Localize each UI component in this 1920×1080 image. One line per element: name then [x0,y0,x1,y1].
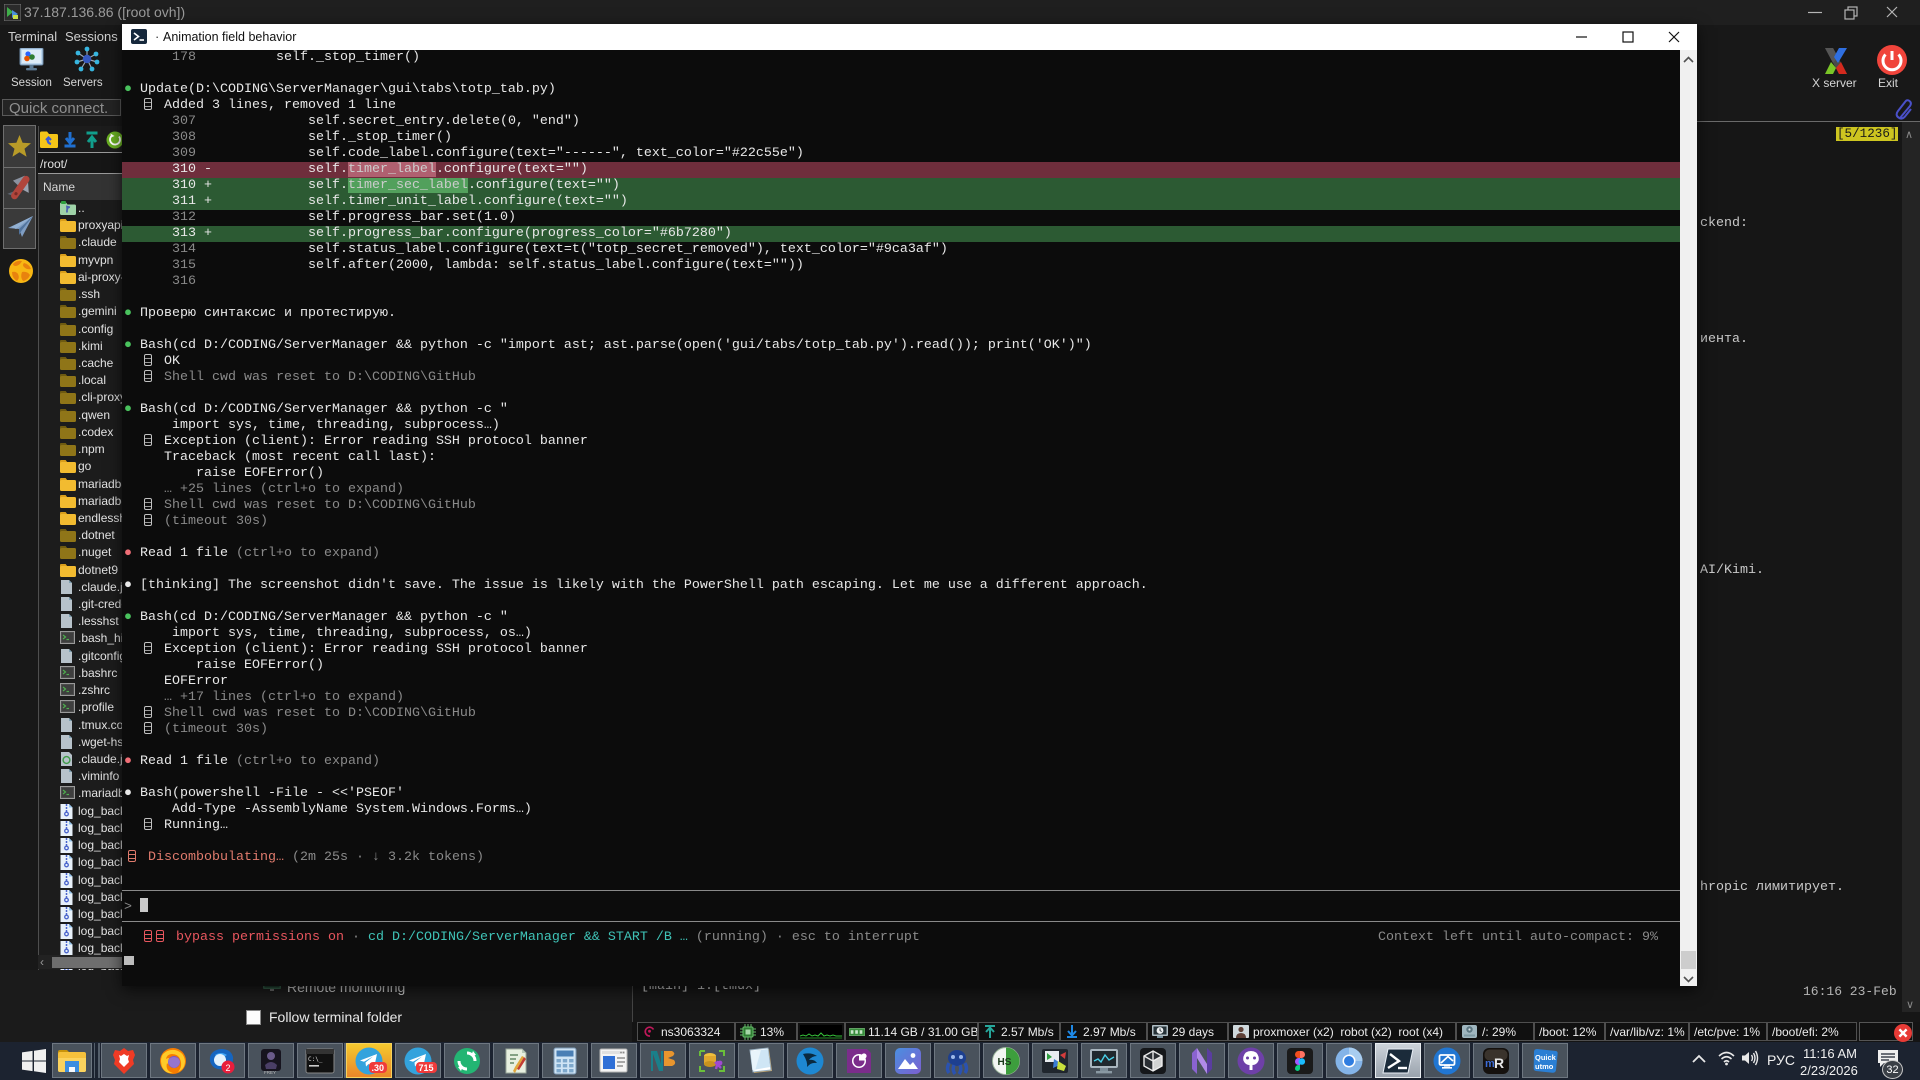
svg-text:R: R [1494,1055,1504,1071]
svg-text:2: 2 [225,1063,230,1073]
svg-text:C:\_: C:\_ [308,1056,323,1063]
svg-text:utmo: utmo [1535,1062,1554,1071]
svg-text:FREY: FREY [264,1070,276,1075]
svg-text:Quick: Quick [1535,1053,1557,1062]
svg-text:HS: HS [997,1057,1011,1068]
